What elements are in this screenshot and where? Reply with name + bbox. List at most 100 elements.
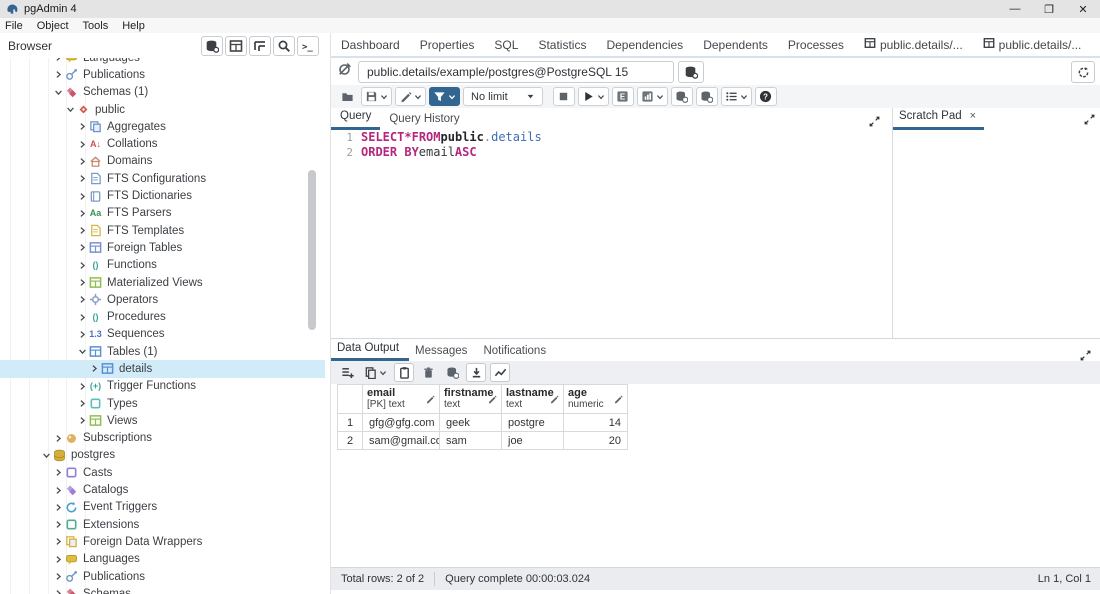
expand-icon[interactable] bbox=[77, 382, 88, 391]
filter-tree-button[interactable] bbox=[249, 35, 271, 56]
rollback-button[interactable] bbox=[695, 87, 718, 106]
tab-statistics[interactable]: Statistics bbox=[528, 38, 596, 52]
tree-item-schemas-1-[interactable]: Schemas (1) bbox=[0, 84, 325, 101]
stop-button[interactable] bbox=[552, 87, 575, 106]
collapse-icon[interactable] bbox=[65, 105, 76, 114]
expand-icon[interactable] bbox=[53, 468, 64, 477]
grid-row[interactable]: 2sam@gmail.comsamjoe20 bbox=[338, 432, 628, 450]
column-header-lastname[interactable]: lastname text bbox=[502, 385, 564, 414]
paste-button[interactable] bbox=[394, 363, 414, 382]
cell-firstname[interactable]: sam bbox=[440, 432, 502, 450]
object-types-button[interactable] bbox=[201, 35, 223, 56]
tab-query-tool-2[interactable]: public.details/... bbox=[973, 37, 1092, 52]
expand-icon[interactable] bbox=[77, 157, 88, 166]
select-all-cell[interactable] bbox=[338, 385, 363, 414]
tree-item-fts-configurations[interactable]: FTS Configurations bbox=[0, 170, 325, 187]
tree-item-tables-1-[interactable]: Tables (1) bbox=[0, 343, 325, 360]
grid-view-button[interactable] bbox=[225, 35, 247, 56]
tab-scratch-pad[interactable]: Scratch Pad × bbox=[893, 110, 985, 130]
expand-icon[interactable] bbox=[77, 226, 88, 235]
tree-item-domains[interactable]: Domains bbox=[0, 153, 325, 170]
cell-age[interactable]: 14 bbox=[564, 414, 628, 432]
expand-icon[interactable] bbox=[77, 140, 88, 149]
edit-column-icon[interactable] bbox=[613, 394, 623, 407]
collapse-icon[interactable] bbox=[77, 347, 88, 356]
tree-item-languages[interactable]: Languages bbox=[0, 58, 325, 66]
tab-sql[interactable]: SQL bbox=[484, 38, 528, 52]
tree-item-languages[interactable]: Languages bbox=[0, 551, 325, 568]
edit-column-icon[interactable] bbox=[487, 394, 497, 407]
tree-item-functions[interactable]: () Functions bbox=[0, 257, 325, 274]
expand-icon[interactable] bbox=[53, 486, 64, 495]
grid-row[interactable]: 1 gfg@gfg.com geek postgre 14 bbox=[338, 414, 628, 432]
expand-icon[interactable] bbox=[77, 174, 88, 183]
tree-item-postgres[interactable]: postgres bbox=[0, 447, 325, 464]
explain-button[interactable]: E bbox=[611, 87, 634, 106]
sql-editor[interactable]: 1 SELECT * FROM public. details 2 ORDER BY e… bbox=[331, 130, 892, 338]
execute-button[interactable] bbox=[577, 87, 609, 106]
expand-icon[interactable] bbox=[77, 209, 88, 218]
cell-lastname[interactable]: postgre bbox=[502, 414, 564, 432]
expand-scratch-pad-icon[interactable] bbox=[1084, 112, 1095, 130]
tree-item-details[interactable]: details bbox=[0, 360, 325, 378]
menu-tools[interactable]: Tools bbox=[83, 20, 109, 32]
cell-email[interactable]: sam@gmail.com bbox=[363, 432, 440, 450]
delete-button[interactable] bbox=[418, 363, 438, 382]
tree-item-catalogs[interactable]: Catalogs bbox=[0, 481, 325, 498]
tree-item-casts[interactable]: Casts bbox=[0, 464, 325, 481]
edit-column-icon[interactable] bbox=[425, 394, 435, 407]
tab-data-output[interactable]: Data Output bbox=[331, 342, 410, 361]
tree-item-foreign-tables[interactable]: Foreign Tables bbox=[0, 239, 325, 256]
cell-email[interactable]: gfg@gfg.com bbox=[363, 414, 440, 432]
tree-item-fts-parsers[interactable]: Aa FTS Parsers bbox=[0, 205, 325, 222]
limit-select[interactable]: No limit bbox=[463, 87, 543, 106]
expand-icon[interactable] bbox=[53, 70, 64, 79]
tree-item-types[interactable]: Types bbox=[0, 395, 325, 412]
menu-help[interactable]: Help bbox=[122, 20, 145, 32]
save-data-button[interactable] bbox=[442, 363, 462, 382]
edit-button[interactable] bbox=[395, 87, 426, 106]
column-header-firstname[interactable]: firstname text bbox=[440, 385, 502, 414]
tree-item-trigger-functions[interactable]: (+) Trigger Functions bbox=[0, 378, 325, 395]
expand-icon[interactable] bbox=[77, 313, 88, 322]
tree-item-materialized-views[interactable]: Materialized Views bbox=[0, 274, 325, 291]
tree-item-extensions[interactable]: Extensions bbox=[0, 516, 325, 533]
tree-item-public[interactable]: public bbox=[0, 101, 325, 118]
expand-icon[interactable] bbox=[89, 364, 100, 373]
tab-processes[interactable]: Processes bbox=[778, 38, 854, 52]
restore-button[interactable]: ❐ bbox=[1032, 0, 1066, 18]
open-file-button[interactable] bbox=[336, 87, 358, 106]
expand-icon[interactable] bbox=[53, 537, 64, 546]
expand-icon[interactable] bbox=[53, 58, 64, 62]
menu-object[interactable]: Object bbox=[37, 20, 69, 32]
macros-button[interactable] bbox=[720, 87, 752, 106]
connection-selector[interactable]: public.details/example/postgres@PostgreS… bbox=[358, 61, 674, 83]
expand-icon[interactable] bbox=[53, 520, 64, 529]
graph-button[interactable] bbox=[490, 363, 510, 382]
expand-icon[interactable] bbox=[77, 261, 88, 270]
explain-analyze-button[interactable] bbox=[636, 87, 668, 106]
column-header-email[interactable]: email [PK] text bbox=[363, 385, 440, 414]
psql-terminal-button[interactable]: >_ bbox=[297, 35, 319, 56]
help-button[interactable]: ? bbox=[754, 87, 777, 106]
download-button[interactable] bbox=[466, 363, 486, 382]
expand-icon[interactable] bbox=[77, 295, 88, 304]
tree-item-fts-templates[interactable]: FTS Templates bbox=[0, 222, 325, 239]
tree-item-views[interactable]: Views bbox=[0, 412, 325, 429]
scratch-pad-content[interactable] bbox=[893, 130, 1100, 338]
collapse-icon[interactable] bbox=[53, 88, 64, 97]
tree-item-procedures[interactable]: () Procedures bbox=[0, 308, 325, 325]
tab-notifications[interactable]: Notifications bbox=[477, 345, 556, 361]
tab-dependencies[interactable]: Dependencies bbox=[596, 38, 693, 52]
expand-icon[interactable] bbox=[77, 416, 88, 425]
tree-scrollbar[interactable] bbox=[308, 170, 316, 330]
copy-button[interactable] bbox=[361, 363, 390, 382]
tree-item-foreign-data-wrappers[interactable]: Foreign Data Wrappers bbox=[0, 533, 325, 550]
expand-icon[interactable] bbox=[53, 555, 64, 564]
tab-dependents[interactable]: Dependents bbox=[693, 38, 778, 52]
save-button[interactable] bbox=[361, 87, 392, 106]
expand-icon[interactable] bbox=[77, 192, 88, 201]
expand-icon[interactable] bbox=[77, 278, 88, 287]
tree-item-collations[interactable]: A↓ Collations bbox=[0, 135, 325, 152]
refresh-button[interactable] bbox=[1071, 61, 1095, 83]
